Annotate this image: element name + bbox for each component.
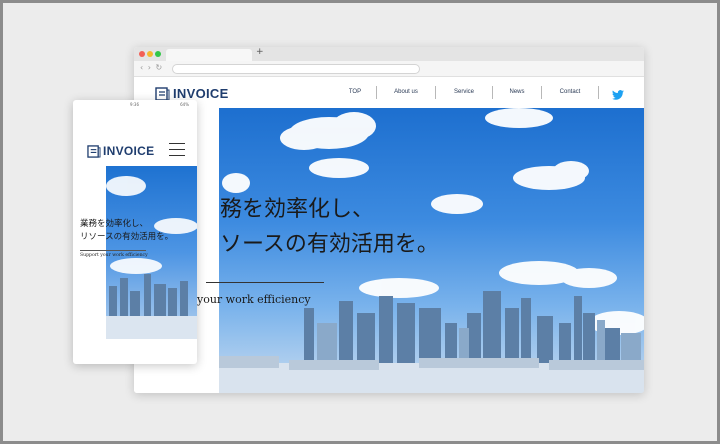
site-logo[interactable]: INVOICE bbox=[155, 86, 229, 101]
browser-nav-arrows-icon[interactable]: ‹ › ↻ bbox=[140, 63, 163, 72]
nav-item-news[interactable]: News bbox=[493, 86, 541, 99]
nav-item-contact[interactable]: Contact bbox=[542, 86, 598, 99]
close-window-dot[interactable] bbox=[139, 51, 145, 57]
mobile-brand-name: INVOICE bbox=[103, 144, 155, 158]
hero-headline-line1: 務を効率化し、 bbox=[220, 197, 375, 222]
desktop-browser-window: + ‹ › ↻ INVOICE TOP About us Service New… bbox=[134, 47, 644, 393]
hero-headline-line2: ソースの有効活用を。 bbox=[220, 232, 439, 257]
maximize-window-dot[interactable] bbox=[155, 51, 161, 57]
status-battery: 64% bbox=[180, 102, 189, 107]
mobile-logo[interactable]: INVOICE bbox=[87, 144, 154, 158]
main-nav: TOP About us Service News Contact bbox=[334, 86, 599, 99]
mobile-status-bar: 9:36 64% bbox=[73, 100, 197, 110]
nav-item-about[interactable]: About us bbox=[377, 86, 435, 99]
minimize-window-dot[interactable] bbox=[147, 51, 153, 57]
address-bar[interactable] bbox=[172, 64, 420, 74]
brand-name: INVOICE bbox=[173, 86, 229, 101]
document-logo-icon bbox=[155, 86, 170, 101]
hero-divider bbox=[206, 282, 324, 283]
mobile-headline-line2: リソースの有効活用を。 bbox=[80, 232, 174, 242]
mobile-device: 9:36 64% INVOICE 業務を効率化し、 リソースの有効活用を。 Su… bbox=[73, 100, 197, 364]
mobile-hero-tagline: Support your work efficiency bbox=[80, 253, 148, 258]
mobile-headline-line1: 業務を効率化し、 bbox=[80, 219, 149, 229]
twitter-icon[interactable] bbox=[612, 90, 624, 100]
nav-item-top[interactable]: TOP bbox=[334, 86, 376, 99]
browser-toolbar: ‹ › ↻ bbox=[134, 61, 644, 77]
browser-tab[interactable] bbox=[166, 49, 252, 61]
hero-tagline: your work efficiency bbox=[197, 293, 311, 306]
hamburger-menu-icon[interactable] bbox=[169, 143, 185, 156]
status-time: 9:36 bbox=[130, 102, 139, 107]
new-tab-button[interactable]: + bbox=[256, 47, 264, 57]
mobile-hero-divider bbox=[80, 250, 146, 251]
browser-tab-bar: + bbox=[134, 47, 644, 61]
nav-item-service[interactable]: Service bbox=[436, 86, 492, 99]
nav-divider bbox=[598, 86, 599, 99]
site-header: INVOICE TOP About us Service News Contac… bbox=[134, 77, 644, 108]
document-logo-icon bbox=[87, 144, 101, 158]
